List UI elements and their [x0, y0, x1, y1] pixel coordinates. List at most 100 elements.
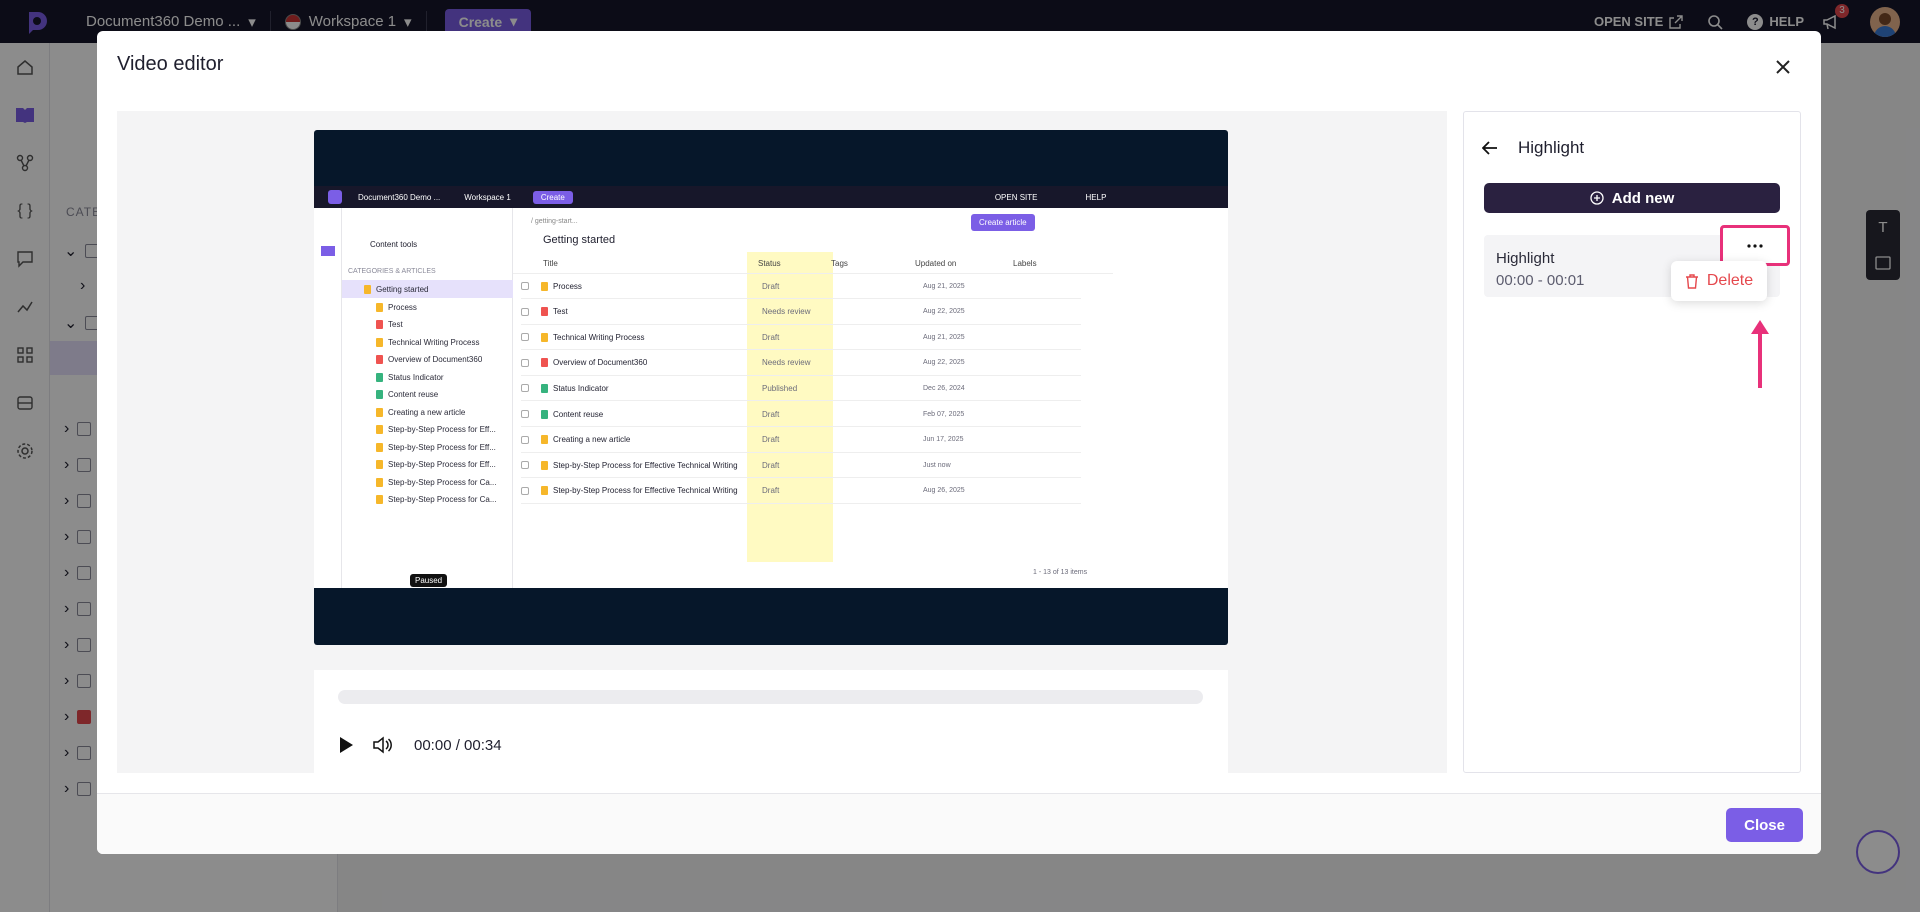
article-doc-icon: [376, 337, 383, 347]
add-new-button[interactable]: Add new: [1484, 183, 1780, 213]
video-preview[interactable]: Document360 Demo ... Workspace 1 Create …: [314, 130, 1228, 645]
article-doc-icon: [364, 285, 371, 294]
frame-workspace: Workspace 1: [464, 192, 511, 202]
frame-row-title: Overview of Document360: [553, 358, 648, 368]
frame-column-header: Title: [543, 259, 558, 268]
frame-row-status: Draft: [762, 281, 780, 291]
frame-tree-label: Content reuse: [388, 390, 439, 399]
article-doc-icon: [376, 372, 383, 382]
frame-table-row: Creating a new article Draft Jun 17, 2025: [521, 428, 1081, 453]
article-doc-icon: [376, 390, 383, 399]
frame-tree-item: Overview of Document360: [376, 355, 482, 364]
frame-tree-item: Content reuse: [376, 390, 438, 399]
frame-project: Document360 Demo ...: [358, 192, 441, 202]
frame-row-date: Just now: [923, 461, 951, 469]
plus-circle-icon: [1590, 191, 1604, 205]
more-options-button[interactable]: [1720, 225, 1790, 266]
article-doc-icon: [541, 409, 548, 419]
frame-open-site: OPEN SITE: [994, 192, 1038, 202]
frame-tree-item: Process: [376, 302, 417, 312]
frame-row-title: Step-by-Step Process for Effective Techn…: [553, 486, 738, 496]
frame-table-row: Overview of Document360 Needs review Aug 2…: [521, 351, 1081, 376]
frame-page-title: Getting started: [543, 234, 616, 246]
frame-row-status: Draft: [762, 486, 780, 496]
frame-row-title: Status Indicator: [553, 383, 609, 393]
frame-content-tools: Content tools: [370, 240, 418, 249]
video-editor-modal: Video editor Document360 Demo ... Worksp…: [97, 31, 1821, 854]
article-doc-icon: [376, 425, 383, 434]
highlight-panel: Highlight Add new Highlight 00:00 - 00:0…: [1463, 111, 1801, 773]
frame-logo-icon: [328, 190, 342, 204]
article-doc-icon: [541, 460, 548, 470]
frame-tree-label: Step-by-Step Process for Eff...: [388, 442, 496, 452]
close-button[interactable]: Close: [1726, 808, 1803, 842]
frame-row-date: Aug 22, 2025: [923, 308, 965, 316]
frame-rail: [314, 208, 342, 588]
video-progress-bar[interactable]: [338, 690, 1203, 704]
frame-row-title: Step-by-Step Process for Effective Techn…: [553, 460, 738, 470]
frame-table-row: Status Indicator Published Dec 26, 2024: [521, 376, 1081, 402]
frame-row-title: Content reuse: [553, 409, 604, 419]
article-doc-icon: [541, 486, 548, 496]
ellipsis-icon: [1747, 243, 1763, 248]
frame-column-header: Labels: [1013, 259, 1037, 268]
volume-icon[interactable]: [372, 736, 392, 754]
frame-tree-label: Process: [388, 302, 417, 312]
frame-table-row: Process Draft Aug 21, 2025: [521, 274, 1081, 299]
trash-icon: [1685, 273, 1698, 289]
frame-row-date: Aug 21, 2025: [923, 333, 965, 341]
frame-tree-label: Step-by-Step Process for Ca...: [388, 477, 497, 487]
frame-row-title: Creating a new article: [553, 435, 631, 445]
checkbox: [521, 410, 529, 418]
article-doc-icon: [376, 442, 383, 452]
frame-navbar: Document360 Demo ... Workspace 1 Create …: [314, 186, 1228, 208]
delete-menu-item[interactable]: Delete: [1671, 261, 1767, 301]
video-frame-screenshot: Document360 Demo ... Workspace 1 Create …: [314, 186, 1228, 588]
frame-tree-item: Technical Writing Process: [376, 337, 480, 347]
frame-tree-item: Status Indicator: [376, 372, 444, 382]
frame-pagination: 1 - 13 of 13 items: [1033, 569, 1088, 576]
checkbox: [521, 358, 529, 367]
frame-row-status: Draft: [762, 460, 780, 470]
frame-tree-item: Creating a new article: [376, 407, 465, 417]
frame-row-status: Needs review: [762, 358, 811, 368]
checkbox: [521, 282, 529, 290]
highlight-panel-title: Highlight: [1518, 138, 1585, 157]
frame-row-date: Aug 22, 2025: [923, 359, 965, 367]
frame-main: / getting-start... Getting started Creat…: [513, 208, 1228, 588]
back-arrow-icon[interactable]: [1482, 141, 1498, 155]
play-icon[interactable]: [338, 736, 354, 754]
video-player-controls: 00:00 / 00:34: [314, 670, 1228, 793]
frame-create-article: Create article: [971, 214, 1035, 231]
frame-row-date: Jun 17, 2025: [923, 436, 964, 444]
article-doc-icon: [541, 307, 548, 317]
checkbox: [521, 435, 529, 444]
article-doc-icon: [376, 495, 383, 504]
close-icon[interactable]: [1771, 55, 1795, 79]
article-doc-icon: [376, 355, 383, 364]
frame-tree-label: Technical Writing Process: [388, 337, 480, 347]
frame-column-header: Updated on: [915, 259, 957, 268]
highlight-item-name: Highlight: [1496, 250, 1555, 267]
frame-row-date: Aug 21, 2025: [923, 282, 965, 290]
frame-row-status: Draft: [762, 409, 780, 419]
frame-tree-item: Test: [376, 320, 403, 329]
frame-create: Create: [532, 190, 573, 204]
checkbox: [521, 461, 529, 470]
frame-table-header: Title Status Tags Updated on Labels: [513, 252, 1113, 274]
frame-tree-item: Step-by-Step Process for Ca...: [376, 495, 497, 504]
frame-row-status: Draft: [762, 435, 780, 445]
delete-label: Delete: [1706, 272, 1754, 289]
frame-tree-item: Step-by-Step Process for Eff...: [376, 460, 496, 469]
frame-row-date: Aug 26, 2025: [923, 487, 965, 495]
frame-tree-label: Step-by-Step Process for Ca...: [388, 495, 497, 504]
article-doc-icon: [541, 383, 548, 393]
article-doc-icon: [541, 332, 548, 342]
modal-footer: Close: [97, 793, 1821, 854]
checkbox: [521, 307, 529, 316]
article-doc-icon: [376, 407, 383, 417]
article-doc-icon: [376, 460, 383, 469]
frame-column-header: Tags: [831, 259, 848, 268]
frame-help: HELP: [1085, 192, 1107, 202]
frame-docs-icon: [321, 246, 335, 256]
